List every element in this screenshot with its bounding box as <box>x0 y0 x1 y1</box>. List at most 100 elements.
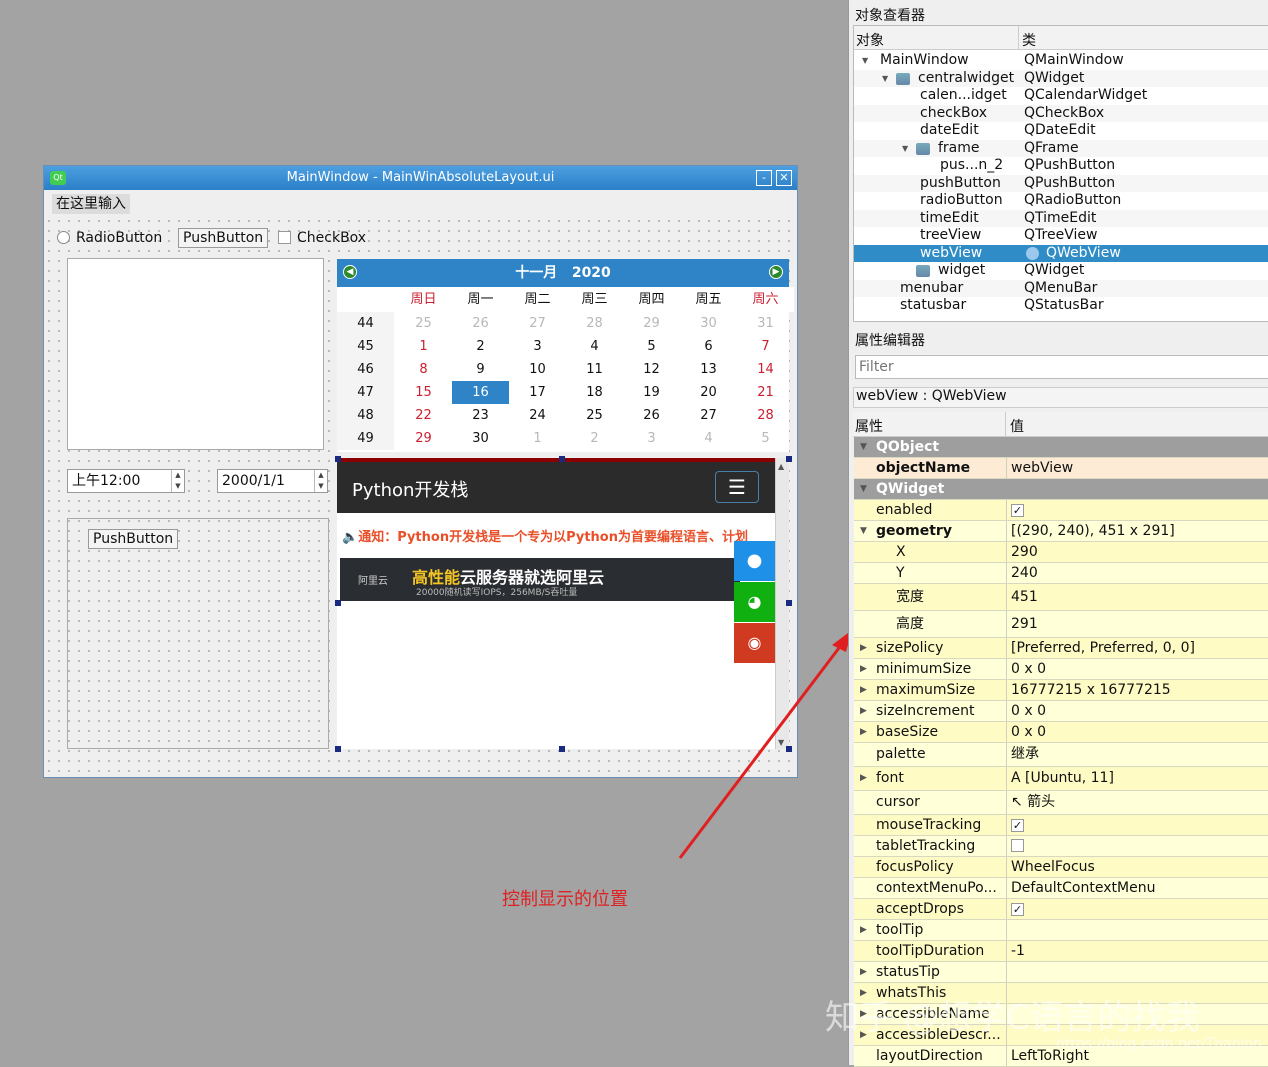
object-row[interactable]: statusbar QStatusBar <box>854 297 1268 315</box>
property-row[interactable]: objectName webView <box>854 458 1268 479</box>
property-row[interactable]: ▼ QObject <box>854 437 1268 458</box>
property-row[interactable]: ▶ minimumSize 0 x 0 <box>854 659 1268 680</box>
property-row[interactable]: ▶ maximumSize 16777215 x 16777215 <box>854 680 1268 701</box>
object-tree[interactable]: 对象 类 ▼ MainWindow QMainWindow ▼ centralwidge… <box>853 25 1268 322</box>
object-class: QWidget <box>1024 69 1085 86</box>
property-row[interactable]: acceptDrops ✓ <box>854 899 1268 920</box>
filter-input[interactable] <box>855 355 1268 379</box>
object-row[interactable]: treeView QTreeView <box>854 227 1268 245</box>
property-row[interactable]: palette 继承 <box>854 743 1268 767</box>
property-row[interactable]: focusPolicy WheelFocus <box>854 857 1268 878</box>
property-value[interactable]: [Preferred, Preferred, 0, 0] <box>1006 638 1195 658</box>
property-value[interactable]: DefaultContextMenu <box>1006 878 1155 898</box>
expand-arrow-icon[interactable]: ▶ <box>860 659 867 679</box>
col-class[interactable]: 类 <box>1018 26 1036 50</box>
property-value[interactable]: ✓ <box>1006 815 1024 835</box>
expand-arrow-icon[interactable]: ▼ <box>860 437 867 457</box>
property-value[interactable]: 0 x 0 <box>1006 659 1046 679</box>
expand-arrow-icon[interactable]: ▶ <box>860 680 867 700</box>
property-row[interactable]: ▶ sizePolicy [Preferred, Preferred, 0, 0] <box>854 638 1268 659</box>
property-value[interactable]: ✓ <box>1006 899 1024 919</box>
property-value[interactable]: ↖ 箭头 <box>1006 791 1055 814</box>
property-value[interactable]: [(290, 240), 451 x 291] <box>1006 521 1175 541</box>
property-value[interactable]: 290 <box>1006 542 1038 562</box>
property-value[interactable]: 240 <box>1006 563 1038 583</box>
property-value[interactable]: 451 <box>1006 584 1038 610</box>
expand-arrow-icon[interactable]: ▶ <box>860 701 867 721</box>
unchecked-checkbox-icon[interactable] <box>1011 839 1024 852</box>
object-row[interactable]: menubar QMenuBar <box>854 279 1268 297</box>
expand-arrow-icon[interactable]: ▶ <box>860 722 867 742</box>
object-row[interactable]: pus...n_2 QPushButton <box>854 157 1268 175</box>
value-text: 0 x 0 <box>1011 661 1046 677</box>
property-name: maximumSize <box>876 682 976 698</box>
object-row[interactable]: ▼ frame QFrame <box>854 139 1268 157</box>
value-text: webView <box>1011 460 1074 476</box>
property-value[interactable]: 0 x 0 <box>1006 722 1046 742</box>
col-property[interactable]: 属性 <box>855 416 883 436</box>
expand-arrow-icon[interactable]: ▶ <box>860 767 867 790</box>
property-row[interactable]: Y 240 <box>854 563 1268 584</box>
property-row[interactable]: contextMenuPo... DefaultContextMenu <box>854 878 1268 899</box>
object-row[interactable]: pushButton QPushButton <box>854 174 1268 192</box>
property-row[interactable]: ▼ QWidget <box>854 479 1268 500</box>
property-row[interactable]: tabletTracking <box>854 836 1268 857</box>
property-row[interactable]: X 290 <box>854 542 1268 563</box>
property-value[interactable] <box>1006 920 1011 940</box>
object-row[interactable]: radioButton QRadioButton <box>854 192 1268 210</box>
property-row[interactable]: 宽度 451 <box>854 584 1268 611</box>
object-row[interactable]: widget QWidget <box>854 262 1268 280</box>
checked-checkbox-icon[interactable]: ✓ <box>1011 504 1024 517</box>
object-row[interactable]: calen...idget QCalendarWidget <box>854 87 1268 105</box>
expand-arrow-icon[interactable]: ▶ <box>860 920 867 940</box>
property-row[interactable]: enabled ✓ <box>854 500 1268 521</box>
property-name: minimumSize <box>876 661 972 677</box>
property-name: X <box>896 544 906 560</box>
property-value[interactable]: 16777215 x 16777215 <box>1006 680 1171 700</box>
expand-arrow-icon[interactable]: ▶ <box>860 638 867 658</box>
value-text: 继承 <box>1011 746 1039 762</box>
property-value[interactable]: 继承 <box>1006 743 1039 766</box>
object-row[interactable]: webView QWebView <box>854 244 1268 262</box>
col-value[interactable]: 值 <box>1005 412 1024 437</box>
col-object[interactable]: 对象 <box>856 30 884 50</box>
property-value[interactable]: 0 x 0 <box>1006 701 1046 721</box>
property-row[interactable]: ▶ baseSize 0 x 0 <box>854 722 1268 743</box>
property-value[interactable]: -1 <box>1006 941 1025 961</box>
object-row[interactable]: ▼ centralwidget QWidget <box>854 69 1268 87</box>
object-row[interactable]: ▼ MainWindow QMainWindow <box>854 52 1268 70</box>
globe-icon <box>1026 246 1039 260</box>
property-row[interactable]: ▶ sizeIncrement 0 x 0 <box>854 701 1268 722</box>
property-value[interactable]: ✓ <box>1006 500 1024 520</box>
expand-arrow-icon[interactable]: ▼ <box>860 521 867 541</box>
checked-checkbox-icon[interactable]: ✓ <box>1011 819 1024 832</box>
object-row[interactable]: dateEdit QDateEdit <box>854 122 1268 140</box>
property-row[interactable]: mouseTracking ✓ <box>854 815 1268 836</box>
property-value[interactable] <box>1006 962 1011 982</box>
property-row[interactable]: ▶ toolTip <box>854 920 1268 941</box>
property-value[interactable]: WheelFocus <box>1006 857 1095 877</box>
property-row[interactable]: cursor ↖ 箭头 <box>854 791 1268 815</box>
property-row[interactable]: toolTipDuration -1 <box>854 941 1268 962</box>
property-row[interactable]: ▶ font A [Ubuntu, 11] <box>854 767 1268 791</box>
object-row[interactable]: timeEdit QTimeEdit <box>854 209 1268 227</box>
property-value[interactable] <box>1006 836 1024 856</box>
checked-checkbox-icon[interactable]: ✓ <box>1011 903 1024 916</box>
property-row[interactable]: ▶ statusTip <box>854 962 1268 983</box>
widget-icon <box>916 265 930 277</box>
object-row[interactable]: checkBox QCheckBox <box>854 104 1268 122</box>
object-class: QCheckBox <box>1024 104 1105 121</box>
property-name: sizePolicy <box>876 640 944 656</box>
expand-arrow-icon[interactable]: ▼ <box>902 140 908 157</box>
property-row[interactable]: ▼ geometry [(290, 240), 451 x 291] <box>854 521 1268 542</box>
property-row[interactable]: 高度 291 <box>854 611 1268 638</box>
property-value[interactable]: 291 <box>1006 611 1038 637</box>
property-value[interactable]: A [Ubuntu, 11] <box>1006 767 1114 790</box>
value-text: 290 <box>1011 544 1038 560</box>
expand-arrow-icon[interactable]: ▶ <box>860 962 867 982</box>
expand-arrow-icon[interactable]: ▼ <box>860 479 867 499</box>
object-name: dateEdit <box>920 122 979 138</box>
expand-arrow-icon[interactable]: ▼ <box>882 70 888 87</box>
property-value[interactable]: webView <box>1006 458 1073 478</box>
expand-arrow-icon[interactable]: ▼ <box>862 52 868 69</box>
